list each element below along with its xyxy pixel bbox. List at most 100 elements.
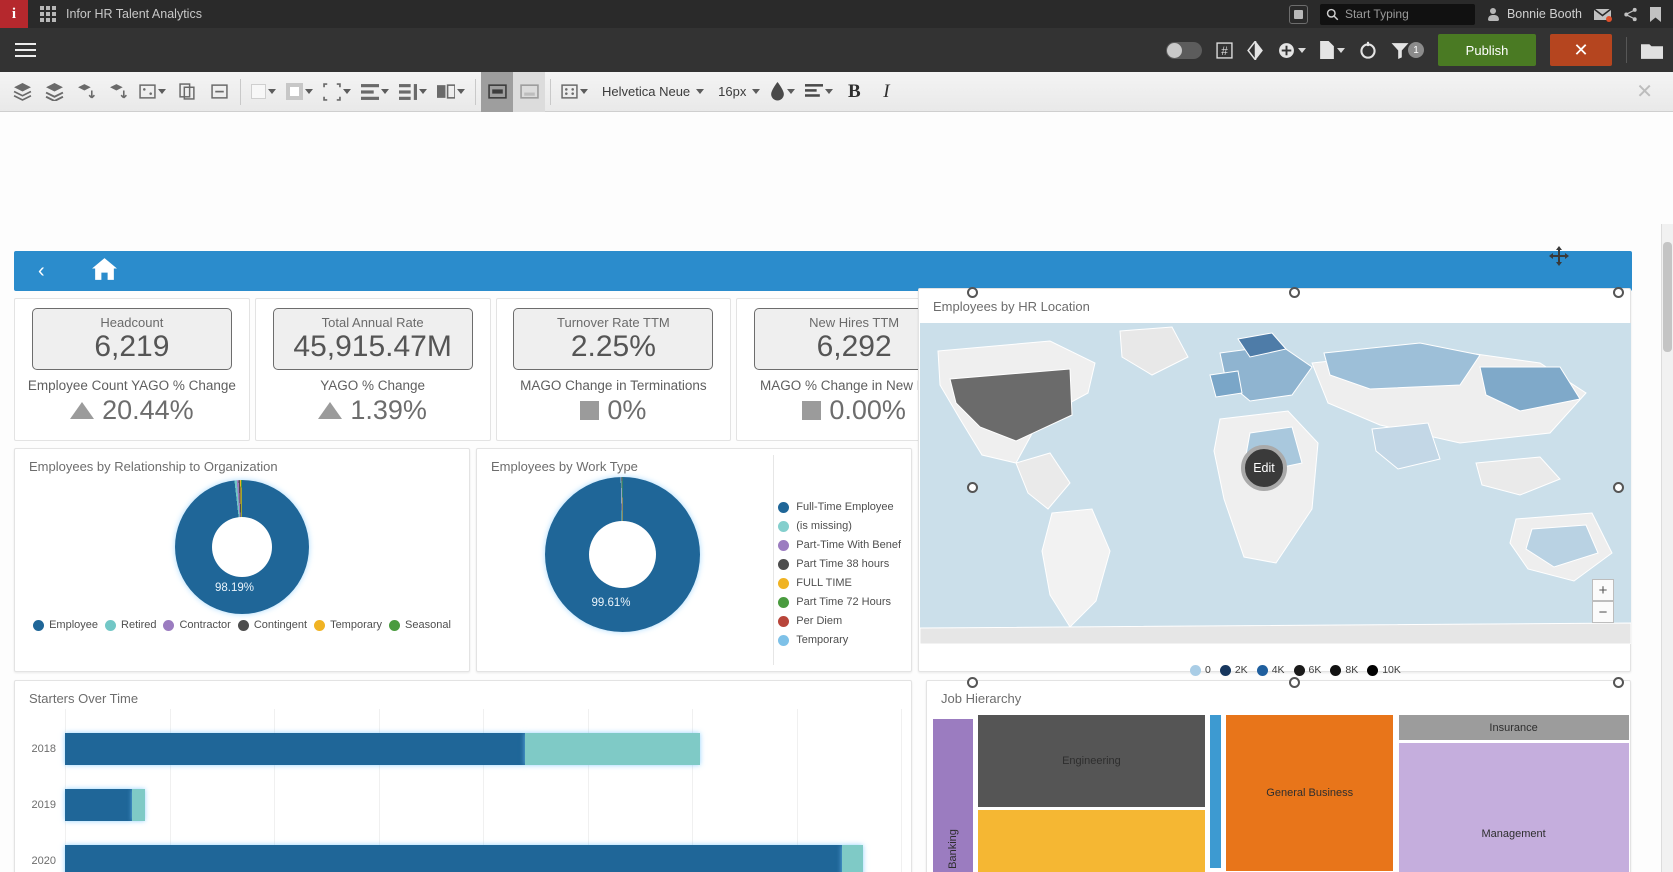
- resize-handle-top-left[interactable]: [967, 287, 978, 298]
- kpi-box[interactable]: Headcount6,219: [32, 308, 232, 370]
- legend-item[interactable]: Temporary: [314, 619, 382, 631]
- map-edit-button[interactable]: Edit: [1241, 445, 1287, 491]
- kpi-card[interactable]: Total Annual Rate45,915.47MYAGO % Change…: [255, 298, 491, 441]
- layout-split-icon[interactable]: [432, 72, 470, 112]
- map-legend-swatch: [1190, 665, 1201, 676]
- job-hierarchy-treemap[interactable]: BankingEngineeringEntry Level General Bus…: [928, 713, 1631, 872]
- publish-button[interactable]: Publish: [1438, 34, 1536, 66]
- folder-icon[interactable]: [1641, 42, 1663, 59]
- refresh-toggle[interactable]: [1166, 42, 1202, 59]
- hash-icon[interactable]: #: [1216, 42, 1233, 59]
- font-size-select[interactable]: 16px: [709, 72, 765, 112]
- legend-item[interactable]: Retired: [105, 619, 156, 631]
- grid-menu-icon[interactable]: [40, 6, 56, 22]
- infor-logo[interactable]: i: [0, 0, 28, 28]
- bar-segment-primary[interactable]: [65, 789, 132, 821]
- treemap-tile[interactable]: Insurance: [1398, 714, 1630, 741]
- hamburger-icon[interactable]: [0, 43, 50, 57]
- treemap-tile[interactable]: Management: [1398, 742, 1630, 872]
- remove-icon[interactable]: [203, 72, 235, 112]
- distribute-icon[interactable]: [394, 72, 432, 112]
- layers-icon[interactable]: [6, 72, 38, 112]
- filter-icon[interactable]: 1: [1391, 42, 1424, 59]
- resize-handle-mid-left[interactable]: [967, 482, 978, 493]
- treemap-tile[interactable]: Banking: [932, 718, 974, 872]
- legend-item[interactable]: Full-Time Employee: [778, 501, 901, 513]
- panel-title-worktype: Employees by Work Type: [477, 449, 911, 474]
- resize-handle-mid-right[interactable]: [1613, 482, 1624, 493]
- resize-handle-bottom-left[interactable]: [967, 677, 978, 688]
- treemap-tile[interactable]: Entry Level: [977, 809, 1205, 872]
- starters-bar-chart[interactable]: 2018201920202021: [29, 721, 901, 872]
- kpi-box[interactable]: Turnover Rate TTM2.25%: [513, 308, 713, 370]
- map-zoom-controls[interactable]: + −: [1592, 579, 1614, 623]
- resize-handle-top-center[interactable]: [1289, 287, 1300, 298]
- group-icon[interactable]: [134, 72, 171, 112]
- page-icon[interactable]: [1320, 41, 1345, 59]
- treemap-tile[interactable]: Engineering: [977, 714, 1205, 807]
- legend-label: Part Time 38 hours: [796, 558, 889, 570]
- view-mode-2-button[interactable]: [513, 72, 545, 112]
- legend-swatch: [105, 620, 116, 631]
- bar-segment-secondary[interactable]: [842, 845, 862, 872]
- bold-button[interactable]: B: [838, 72, 870, 112]
- legend-item[interactable]: FULL TIME: [778, 577, 901, 589]
- view-mode-1-button[interactable]: [481, 72, 513, 112]
- canvas-settings-icon[interactable]: [556, 72, 593, 112]
- bar-segment-secondary[interactable]: [132, 789, 145, 821]
- user-menu[interactable]: Bonnie Booth: [1487, 7, 1582, 21]
- italic-button[interactable]: I: [870, 72, 902, 112]
- border-icon[interactable]: [318, 72, 356, 112]
- home-icon[interactable]: [91, 257, 118, 286]
- copy-icon[interactable]: [171, 72, 203, 112]
- ring-icon[interactable]: [1359, 41, 1377, 59]
- treemap-tile[interactable]: [1209, 714, 1222, 869]
- legend-item[interactable]: Part Time 72 Hours: [778, 596, 901, 608]
- resize-handle-bottom-center[interactable]: [1289, 677, 1300, 688]
- kpi-card[interactable]: Turnover Rate TTM2.25%MAGO Change in Ter…: [496, 298, 732, 441]
- align-bars-icon[interactable]: [356, 72, 394, 112]
- legend-item[interactable]: Part Time 38 hours: [778, 558, 901, 570]
- fill-color-icon[interactable]: [281, 72, 318, 112]
- treemap-tile[interactable]: General Business: [1225, 714, 1394, 872]
- font-family-select[interactable]: Helvetica Neue: [593, 72, 709, 112]
- donut-chart-relationship[interactable]: 98.19%: [15, 474, 469, 619]
- map-zoom-in-button[interactable]: +: [1592, 579, 1614, 601]
- legend-item[interactable]: Contingent: [238, 619, 307, 631]
- close-button[interactable]: ✕: [1550, 34, 1612, 66]
- mail-icon[interactable]: [1594, 8, 1611, 21]
- donut-chart-worktype[interactable]: 99.61%: [477, 474, 767, 634]
- fill-none-icon[interactable]: [246, 72, 281, 112]
- legend-item[interactable]: Employee: [33, 619, 98, 631]
- kpi-card[interactable]: Headcount6,219Employee Count YAGO % Chan…: [14, 298, 250, 441]
- share-icon[interactable]: [1623, 7, 1638, 22]
- panel-toggle-icon[interactable]: [1289, 5, 1308, 24]
- format-toolbar-close-button[interactable]: ✕: [1636, 79, 1667, 104]
- send-backward-icon[interactable]: [102, 72, 134, 112]
- legend-item[interactable]: Per Diem: [778, 615, 901, 627]
- legend-item[interactable]: Part-Time With Benef: [778, 539, 901, 551]
- bar-row: 2018: [29, 721, 901, 777]
- resize-handle-bottom-right[interactable]: [1613, 677, 1624, 688]
- legend-item[interactable]: Seasonal: [389, 619, 451, 631]
- kpi-box[interactable]: Total Annual Rate45,915.47M: [273, 308, 473, 370]
- bar-segment-secondary[interactable]: [525, 733, 701, 765]
- bar-segment-primary[interactable]: [65, 733, 525, 765]
- donut-center-label-1: 98.19%: [215, 582, 254, 594]
- legend-item[interactable]: Contractor: [163, 619, 230, 631]
- search-input[interactable]: Start Typing: [1320, 4, 1475, 25]
- bring-front-icon[interactable]: [38, 72, 70, 112]
- vertical-scrollbar[interactable]: [1663, 242, 1672, 352]
- text-align-icon[interactable]: [800, 72, 838, 112]
- bookmark-icon[interactable]: [1650, 7, 1661, 22]
- add-circle-icon[interactable]: [1278, 42, 1306, 59]
- resize-handle-top-right[interactable]: [1613, 287, 1624, 298]
- text-color-icon[interactable]: [765, 72, 800, 112]
- legend-item[interactable]: (is missing): [778, 520, 901, 532]
- send-forward-icon[interactable]: [70, 72, 102, 112]
- back-button[interactable]: ‹: [38, 260, 45, 283]
- legend-item[interactable]: Temporary: [778, 634, 901, 646]
- diamond-icon[interactable]: [1247, 41, 1264, 60]
- map-zoom-out-button[interactable]: −: [1592, 601, 1614, 623]
- bar-segment-primary[interactable]: [65, 845, 842, 872]
